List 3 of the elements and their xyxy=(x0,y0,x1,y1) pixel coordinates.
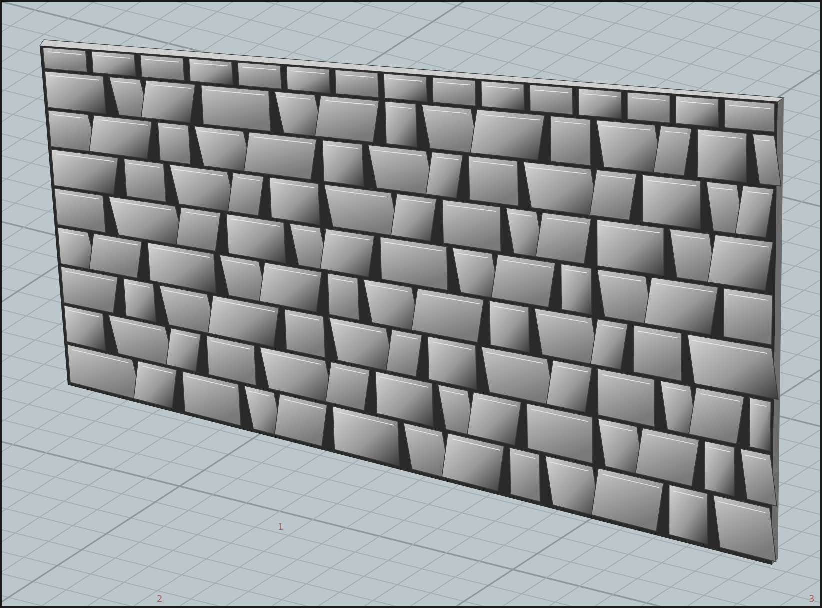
grid-label: 2 xyxy=(157,596,163,605)
grid-label: 3 xyxy=(809,596,815,605)
grid-label: 1 xyxy=(278,524,284,533)
